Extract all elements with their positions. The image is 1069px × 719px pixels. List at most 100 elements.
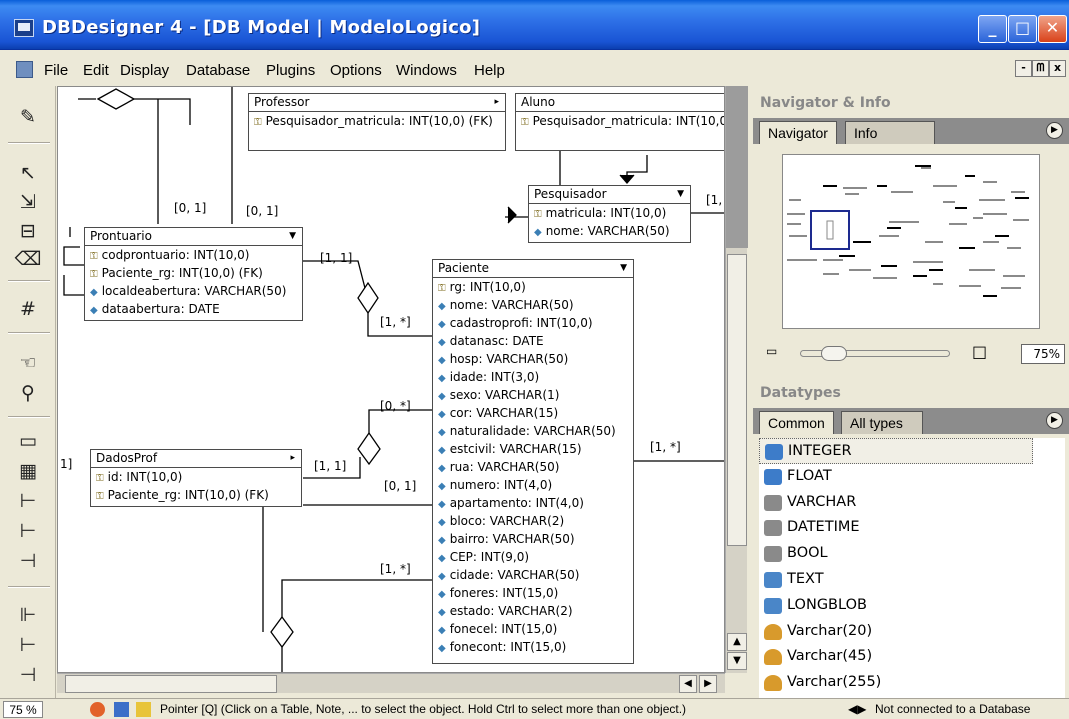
datatype-item[interactable]: BOOL [759,541,1065,567]
entity-professor[interactable]: Professor ▸ ⚿ Pesquisador_matricula: INT(1… [248,93,506,151]
model-canvas[interactable]: [0, 1] [0, 1] [1, 1] [1, *] [0, *] [1, 1… [57,86,725,673]
entity-header[interactable]: Prontuario ▼ [85,228,302,246]
pointer-icon[interactable]: ↖ [14,160,42,186]
image-icon[interactable]: ▦ [14,458,42,484]
datatype-item[interactable]: VARCHAR [759,490,1065,516]
maximize-button[interactable]: □ [1008,15,1037,43]
attribute-row[interactable]: ◆ estcivil: VARCHAR(15) [433,440,633,458]
attribute-row[interactable]: ◆ bairro: VARCHAR(50) [433,530,633,548]
attribute-row[interactable]: ◆ CEP: INT(9,0) [433,548,633,566]
attribute-row[interactable]: ⚿ id: INT(10,0) [91,468,301,486]
datatype-item[interactable]: LONGBLOB [759,593,1065,619]
scroll-right-icon[interactable]: ▶ [699,675,717,693]
attribute-row[interactable]: ◆ sexo: VARCHAR(1) [433,386,633,404]
attribute-row[interactable]: ⚿ Pesquisador_matricula: INT(10,0 [516,112,724,130]
attribute-row[interactable]: ◆ cor: VARCHAR(15) [433,404,633,422]
region-icon[interactable]: ▭ [14,428,42,454]
eraser-icon[interactable]: ⌫ [14,246,42,272]
relation-1n2-icon[interactable]: ⊢ [14,632,42,658]
move-icon[interactable]: ⇲ [14,189,42,215]
tab-navigator[interactable]: Navigator [759,121,837,144]
entity-header[interactable]: Aluno [516,94,724,112]
hand-icon[interactable]: ☜ [14,350,42,376]
document-icon[interactable] [16,61,33,78]
mdi-close-button[interactable]: x [1049,60,1066,77]
menu-plugins[interactable]: Plugins [266,62,315,79]
zoom-slider-thumb[interactable] [821,346,847,361]
menu-file[interactable]: File [44,62,68,79]
attribute-row[interactable]: ◆ idade: INT(3,0) [433,368,633,386]
next-icon[interactable]: ▶ [1046,412,1063,429]
expand-arrow-icon[interactable]: ▼ [289,228,296,245]
expand-arrow-icon[interactable]: ▼ [620,260,627,277]
entity-header[interactable]: Paciente ▼ [433,260,633,278]
datatype-item[interactable]: Varchar(45) [759,644,1065,670]
attribute-row[interactable]: ⚿ rg: INT(10,0) [433,278,633,296]
mdi-restore-button[interactable]: ᗰ [1032,60,1049,77]
mdi-minimize-button[interactable]: - [1015,60,1032,77]
attribute-row[interactable]: ⚿ codprontuario: INT(10,0) [85,246,302,264]
attribute-row[interactable]: ◆ nome: VARCHAR(50) [529,222,690,240]
canvas-horizontal-scrollbar[interactable]: ◀ ▶ [57,673,725,693]
datatype-item[interactable]: Varchar(20) [759,619,1065,645]
zoom-level-field[interactable]: 75% [1021,344,1065,364]
entity-header[interactable]: Professor ▸ [249,94,505,112]
scroll-track[interactable] [726,86,748,248]
menu-help[interactable]: Help [474,62,505,79]
next-icon[interactable]: ▶ [1046,122,1063,139]
tab-common[interactable]: Common [759,411,834,434]
attribute-row[interactable]: ⚿ matricula: INT(10,0) [529,204,690,222]
datatype-item[interactable]: TEXT [759,567,1065,593]
attribute-row[interactable]: ◆ cidade: VARCHAR(50) [433,566,633,584]
entity-aluno[interactable]: Aluno ⚿ Pesquisador_matricula: INT(10,0 [515,93,724,151]
grid-icon[interactable]: # [14,296,42,322]
minimize-button[interactable]: _ [978,15,1007,43]
zoom-icon[interactable]: ⚲ [14,380,42,406]
menu-database[interactable]: Database [186,62,250,79]
attribute-row[interactable]: ◆ estado: VARCHAR(2) [433,602,633,620]
navigator-overview[interactable] [782,154,1040,329]
note-icon[interactable]: ✎ [14,104,42,130]
expand-arrow-icon[interactable]: ▼ [677,186,684,203]
tab-info[interactable]: Info [845,121,935,144]
datatype-item[interactable]: INTEGER [759,438,1033,464]
relation-1n-icon[interactable]: ⊢ [14,488,42,514]
zoom-out-icon[interactable]: ▭ [766,344,777,358]
entity-pesquisador[interactable]: Pesquisador ▼ ⚿ matricula: INT(10,0) ◆ nome… [528,185,691,243]
scroll-left-icon[interactable]: ◀ [679,675,697,693]
scroll-down-icon[interactable]: ▼ [727,652,747,670]
attribute-row[interactable]: ◆ datanasc: DATE [433,332,633,350]
datatype-item[interactable]: Varchar(255) [759,670,1065,696]
entity-paciente[interactable]: Paciente ▼ ⚿ rg: INT(10,0) ◆ nome: VARCHAR(5… [432,259,634,664]
relation-nm-icon[interactable]: ⊩ [14,602,42,628]
attribute-row[interactable]: ◆ apartamento: INT(4,0) [433,494,633,512]
canvas-vertical-scrollbar[interactable]: ▲ ▼ [725,86,748,673]
relation-1n-sub-icon[interactable]: ⊢ [14,518,42,544]
attribute-row[interactable]: ◆ numero: INT(4,0) [433,476,633,494]
table-icon[interactable]: ⊟ [14,218,42,244]
relation-11b-icon[interactable]: ⊣ [14,662,42,688]
attribute-row[interactable]: ◆ rua: VARCHAR(50) [433,458,633,476]
attribute-row[interactable]: ◆ cadastroprofi: INT(10,0) [433,314,633,332]
database-icon[interactable] [136,702,151,717]
attribute-row[interactable]: ◆ hosp: VARCHAR(50) [433,350,633,368]
menu-options[interactable]: Options [330,62,382,79]
attribute-row[interactable]: ◆ fonecont: INT(15,0) [433,638,633,656]
entity-prontuario[interactable]: Prontuario ▼ ⚿ codprontuario: INT(10,0) ⚿ P… [84,227,303,321]
expand-arrow-icon[interactable]: ▸ [290,450,295,467]
attribute-row[interactable]: ◆ dataabertura: DATE [85,300,302,318]
scroll-thumb[interactable] [727,254,747,546]
attribute-row[interactable]: ◆ foneres: INT(15,0) [433,584,633,602]
scroll-thumb[interactable] [65,675,277,693]
attribute-row[interactable]: ◆ naturalidade: VARCHAR(50) [433,422,633,440]
attribute-row[interactable]: ◆ fonecel: INT(15,0) [433,620,633,638]
attribute-row[interactable]: ◆ nome: VARCHAR(50) [433,296,633,314]
app-icon[interactable] [14,19,34,37]
attribute-row[interactable]: ◆ bloco: VARCHAR(2) [433,512,633,530]
datatype-item[interactable]: DATETIME [759,515,1065,541]
tab-all-types[interactable]: All types [841,411,923,434]
menu-windows[interactable]: Windows [396,62,457,79]
menu-edit[interactable]: Edit [83,62,109,79]
entity-header[interactable]: DadosProf ▸ [91,450,301,468]
zoom-slider[interactable] [800,346,950,361]
